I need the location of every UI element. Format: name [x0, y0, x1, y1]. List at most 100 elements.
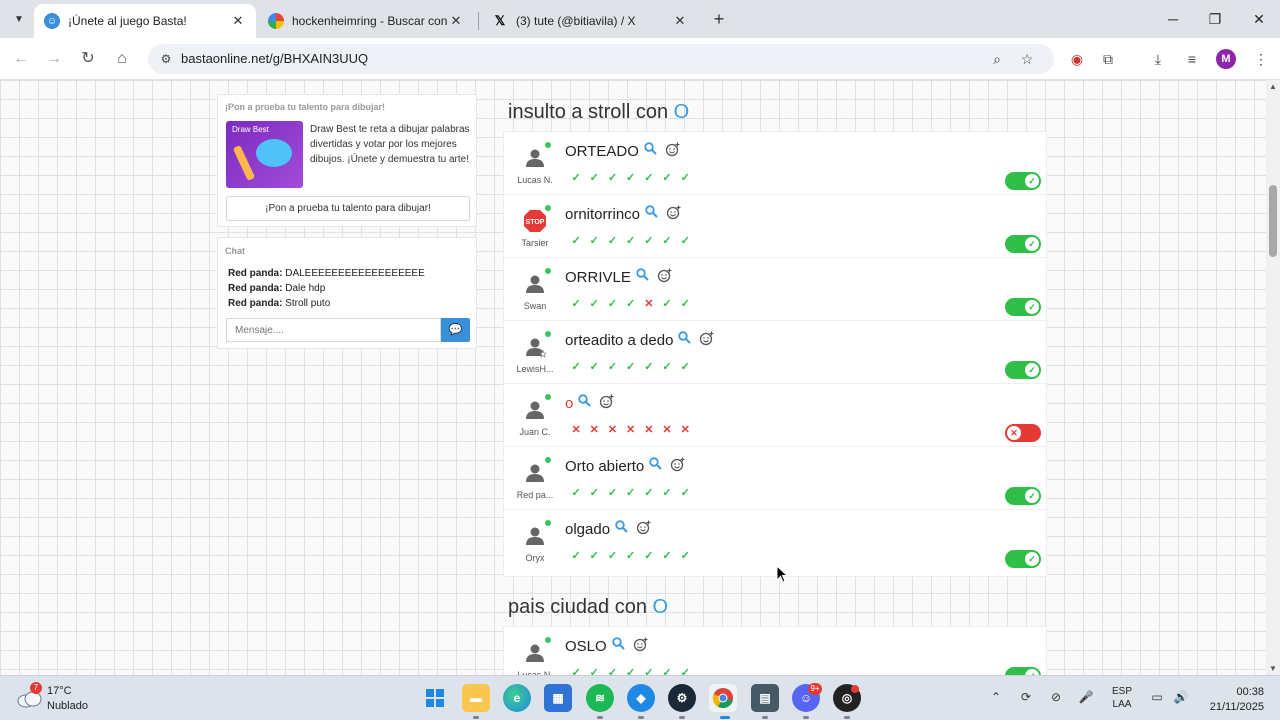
- add-reaction-icon[interactable]: [665, 142, 680, 157]
- browser-menu-icon[interactable]: ⋮: [1250, 49, 1272, 69]
- validity-toggle[interactable]: ✓: [1005, 487, 1041, 505]
- search-icon[interactable]: [636, 268, 649, 281]
- tab-x[interactable]: 𝕏 (3) tute (@bitiavila) / X ✕: [482, 4, 698, 38]
- steam-icon[interactable]: ⚙: [668, 684, 696, 712]
- vote-check-icon: ✓: [644, 486, 654, 499]
- network-icon[interactable]: ▭: [1148, 688, 1166, 706]
- app-running-indicator: [638, 716, 644, 719]
- close-tab-icon[interactable]: ✕: [672, 13, 688, 29]
- system-clock[interactable]: 00:38 21/11/2025: [1200, 685, 1264, 715]
- vote-x-icon: ✕: [644, 423, 654, 436]
- file-explorer-icon[interactable]: ▬: [462, 684, 490, 712]
- app-icon[interactable]: ◆: [627, 684, 655, 712]
- search-icon[interactable]: [644, 142, 657, 155]
- x-icon: ✕: [1007, 426, 1021, 440]
- calculator-icon[interactable]: ▤: [751, 684, 779, 712]
- discord-badge: 9+: [808, 683, 822, 695]
- vote-list: ✕ ✕ ✕ ✕ ✕ ✕ ✕: [567, 422, 694, 436]
- player-name: LewisH...: [516, 364, 554, 374]
- home-icon[interactable]: ⌂: [110, 48, 134, 70]
- chat-message-input[interactable]: [226, 318, 441, 342]
- forward-icon[interactable]: →: [42, 48, 66, 70]
- basta-favicon-icon: ☺: [44, 13, 60, 29]
- validity-toggle[interactable]: ✓: [1005, 235, 1041, 253]
- extensions-puzzle-icon[interactable]: ⧉: [1097, 49, 1119, 69]
- category-title: insulto a stroll con O: [508, 101, 689, 124]
- add-reaction-icon[interactable]: [599, 394, 614, 409]
- app-running-indicator: [473, 716, 479, 719]
- add-reaction-icon[interactable]: [633, 637, 648, 652]
- validity-toggle[interactable]: ✓: [1005, 298, 1041, 316]
- chrome-icon[interactable]: [709, 684, 737, 712]
- vote-list: ✓ ✓ ✓ ✓ ✓ ✓ ✓: [567, 485, 694, 499]
- vote-check-icon: ✓: [680, 234, 690, 247]
- add-reaction-icon[interactable]: [657, 268, 672, 283]
- vote-check-icon: ✓: [662, 171, 672, 184]
- close-tab-icon[interactable]: ✕: [448, 13, 464, 29]
- validity-toggle[interactable]: ✓: [1005, 361, 1041, 379]
- add-reaction-icon[interactable]: [699, 331, 714, 346]
- search-icon[interactable]: [611, 637, 625, 650]
- page-scrollbar[interactable]: ▲ ▼: [1266, 80, 1280, 675]
- tray-overflow-chevron-icon[interactable]: ⌃: [987, 688, 1005, 706]
- draw-best-image[interactable]: Draw Best: [226, 121, 303, 188]
- promo-button[interactable]: ¡Pon a prueba tu talento para dibujar!: [226, 196, 470, 221]
- category-name: pais ciudad con: [508, 596, 653, 618]
- maximize-icon[interactable]: ❐: [1200, 8, 1230, 30]
- player-name: Lucas N.: [517, 175, 553, 185]
- validity-toggle[interactable]: ✓: [1005, 172, 1041, 190]
- volume-icon[interactable]: 🔊: [1172, 688, 1190, 706]
- add-reaction-icon[interactable]: [666, 205, 681, 220]
- vote-check-icon: ✓: [662, 234, 672, 247]
- vote-check-icon: ✓: [644, 360, 654, 373]
- spotify-icon[interactable]: ≋: [586, 684, 614, 712]
- vote-list: ✓ ✓ ✓ ✓ ✓ ✓ ✓: [567, 359, 694, 373]
- search-icon[interactable]: [649, 457, 662, 470]
- user-icon: [521, 639, 549, 667]
- zoom-icon[interactable]: ⌕: [988, 51, 1006, 67]
- media-control-icon[interactable]: ≡: [1181, 49, 1203, 69]
- search-icon[interactable]: [678, 331, 692, 344]
- tab-google[interactable]: hockenheimring - Buscar con G ✕: [258, 4, 474, 38]
- validity-toggle[interactable]: ✓: [1005, 667, 1041, 675]
- app-running-indicator: [597, 716, 603, 719]
- edge-icon[interactable]: e: [503, 684, 531, 712]
- validity-toggle[interactable]: ✕: [1005, 424, 1041, 442]
- site-info-icon[interactable]: ⚙: [158, 51, 174, 67]
- new-tab-icon[interactable]: +: [708, 8, 730, 30]
- promo-image-blob: [256, 139, 292, 167]
- bookmark-star-icon[interactable]: ☆: [1018, 51, 1036, 67]
- language-indicator[interactable]: ESP LAA: [1112, 685, 1132, 711]
- search-icon[interactable]: [578, 394, 592, 407]
- search-icon[interactable]: [645, 205, 658, 218]
- camera-off-icon[interactable]: ⊘: [1047, 688, 1065, 706]
- scroll-up-icon[interactable]: ▲: [1269, 82, 1277, 91]
- sync-icon[interactable]: ⟳: [1017, 688, 1035, 706]
- search-icon[interactable]: [615, 520, 628, 533]
- windows-start-icon[interactable]: [421, 684, 449, 712]
- scrollbar-thumb[interactable]: [1269, 185, 1277, 257]
- vote-check-icon: ✓: [571, 666, 581, 676]
- add-reaction-icon[interactable]: [636, 520, 651, 535]
- paintbrush-icon: [232, 144, 256, 182]
- reload-icon[interactable]: ↻: [76, 48, 100, 70]
- download-icon[interactable]: ⤓: [1147, 49, 1169, 69]
- close-window-icon[interactable]: ✕: [1244, 8, 1274, 30]
- add-reaction-icon[interactable]: [670, 457, 685, 472]
- close-tab-icon[interactable]: ✕: [230, 13, 246, 29]
- tab-basta[interactable]: ☺ ¡Únete al juego Basta! ✕: [34, 4, 256, 38]
- tab-search-dropdown-icon[interactable]: ▼: [8, 8, 30, 30]
- microphone-icon[interactable]: 🎤: [1077, 688, 1095, 706]
- extension-red-icon[interactable]: ◉: [1066, 49, 1088, 69]
- vote-x-icon: ✕: [662, 423, 672, 436]
- profile-avatar[interactable]: M: [1216, 49, 1236, 69]
- send-message-button[interactable]: 💬: [441, 318, 470, 342]
- back-icon[interactable]: ←: [9, 48, 33, 70]
- answer-text: OSLO: [565, 638, 607, 655]
- store-icon[interactable]: ▦: [544, 684, 572, 712]
- validity-toggle[interactable]: ✓: [1005, 550, 1041, 568]
- address-bar[interactable]: ⚙ bastaonline.net/g/BHXAIN3UUQ ⌕ ☆: [148, 44, 1054, 74]
- scroll-down-icon[interactable]: ▼: [1269, 664, 1277, 673]
- minimize-icon[interactable]: ─: [1158, 8, 1188, 30]
- chat-user: Red panda:: [228, 268, 283, 279]
